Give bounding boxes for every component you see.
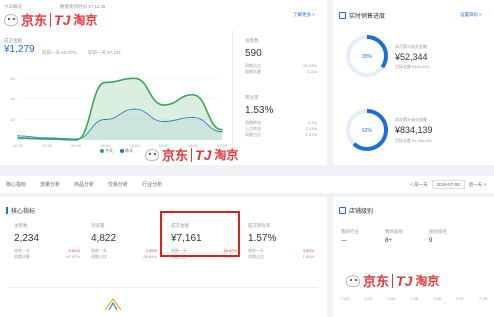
year-target: 目标金额 ¥1,340,000	[395, 138, 433, 143]
x-tick-label: 7-04	[386, 296, 395, 301]
x-tick-label: 7-05	[409, 296, 418, 301]
tab-industry[interactable]: 行业分析	[142, 181, 162, 188]
data-point[interactable]	[192, 94, 194, 96]
pay-amount-sub2: 较前一天 ¥7,181	[88, 50, 122, 55]
shop-level-panel: 店铺级别 我的行业 — 我的级别 8+ 级别排名 9 7-02 7-03 7-04 7-05…	[333, 197, 494, 317]
core-title: 核心指标	[6, 206, 35, 215]
data-point[interactable]	[46, 138, 48, 140]
sales-area-chart: 60402000:00 03:00 06:00 09:00 12:00 15:00 18:0…	[11, 76, 228, 148]
legend-yesterday[interactable]: 昨天	[120, 148, 133, 153]
jd-dog-icon	[4, 13, 18, 26]
title-accent-bar	[6, 207, 8, 214]
year-value: ¥834,139	[395, 125, 433, 135]
month-target: 目标金额 ¥150,000	[395, 64, 429, 69]
legend-today[interactable]: 今天	[100, 148, 113, 153]
jd-dog-icon	[346, 274, 360, 287]
conversion-kpi: 转化率 1.53% 同期转化 4.1% 上月转化 2.13% 同期占比 1.57%	[245, 95, 317, 137]
visitors-value: 590	[245, 48, 262, 59]
watermark-separator	[392, 273, 394, 288]
shop-icon	[339, 207, 346, 214]
prev-day-button[interactable]: < 前一天	[410, 182, 427, 188]
divider	[232, 30, 233, 158]
conversion-value: 1.53%	[245, 105, 274, 116]
watermark-logo-bottom: 京东 TJ 淘京	[346, 271, 439, 290]
shop-rank: 级别排名 9	[429, 229, 447, 244]
shop-level-cols: 我的行业 — 我的级别 8+ 级别排名 9	[341, 229, 447, 244]
year-percent: 62%	[362, 128, 373, 134]
core-card-conversion[interactable]: 成交转化率 1.57% 较前一天 3.50% 同期占比 1.63%	[242, 217, 320, 277]
y-tick-label: 20	[11, 117, 16, 122]
data-point[interactable]	[133, 77, 136, 79]
jd-dog-icon	[145, 148, 159, 161]
clock-icon	[339, 12, 346, 19]
date-picker[interactable]: 2018-07-08	[431, 180, 465, 189]
shop-industry: 我的行业 —	[341, 229, 359, 244]
realtime-sales-panel: 实时销售进度 设置目标 > 35% 本月累计成交金额 ¥52,344 目标金额 …	[333, 0, 494, 165]
x-tick-label: 06:00	[71, 143, 82, 148]
set-target-link[interactable]: 设置目标 >	[460, 12, 482, 18]
shop-title: 店铺级别	[339, 206, 373, 215]
data-point[interactable]	[17, 135, 19, 137]
core-card-pageviews[interactable]: 浏览量 4,822 较前一天 0.99% 同期占比 86.64%	[85, 217, 163, 277]
watermark-logo-middle: 京东 TJ 淘京	[145, 145, 238, 164]
y-tick-label: 40	[11, 96, 16, 101]
chart-peak-icon	[104, 297, 122, 311]
x-tick-label: 00:00	[13, 143, 24, 148]
x-tick-label: 7-06	[432, 296, 441, 301]
next-day-button[interactable]: 后一天 >	[469, 182, 486, 188]
x-tick-label: 7-03	[363, 296, 372, 301]
more-link[interactable]: 了解更多 >	[293, 12, 315, 18]
data-point[interactable]	[163, 104, 165, 106]
tab-traffic[interactable]: 流量分析	[40, 181, 60, 188]
legend-dot-today	[100, 148, 104, 153]
x-tick-label: 7-07	[455, 296, 464, 301]
shop-level: 我的级别 8+	[385, 229, 403, 244]
tab-core[interactable]: 核心指标	[6, 181, 26, 188]
visitors-label: 访客数	[245, 38, 259, 43]
data-point[interactable]	[17, 137, 19, 139]
pay-amount-sub1: 较前一天 65.07%	[42, 50, 77, 55]
legend-dot-yesterday	[120, 148, 125, 153]
x-tick-label: 03:00	[42, 143, 53, 148]
watermark-separator	[191, 147, 193, 162]
year-progress-ring: 62%	[346, 109, 388, 151]
data-point[interactable]	[104, 81, 107, 84]
core-card-visitors[interactable]: 访客数 2,234 较前一天 0.62% 同期访客 87.87%	[8, 217, 86, 277]
chart-legend: 今天 昨天	[100, 148, 133, 154]
data-point[interactable]	[75, 139, 77, 141]
pay-amount-value: ¥1,279	[4, 44, 35, 55]
x-tick-label: 7-08	[478, 296, 487, 301]
year-label: 本年累计成交金额	[395, 117, 427, 122]
highlight-box	[160, 211, 240, 257]
conversion-label: 转化率	[245, 95, 259, 100]
watermark-logo-top: 京东 TJ 淘京	[4, 10, 97, 29]
y-tick-label: 60	[11, 76, 16, 81]
visitors-kpi: 访客数 590 同期占比 92.03% 同期访客 2,234	[245, 38, 317, 74]
month-value: ¥52,344	[395, 52, 428, 62]
x-tick-label: 7-02	[341, 296, 350, 301]
tab-trade[interactable]: 交易分析	[108, 181, 128, 188]
series-area-today	[18, 78, 222, 140]
month-percent: 35%	[362, 54, 373, 60]
month-label: 本月累计成交金额	[395, 44, 427, 49]
month-progress-ring: 35%	[346, 35, 388, 77]
watermark-separator	[50, 12, 52, 27]
realtime-title: 实时销售进度	[339, 11, 385, 20]
tab-product[interactable]: 商品分析	[74, 181, 94, 188]
divider	[8, 287, 318, 288]
data-point[interactable]	[221, 129, 223, 131]
analysis-tabs-bar: 核心指标 流量分析 商品分析 交易分析 行业分析 < 前一天 2018-07-0…	[0, 176, 494, 193]
shop-x-axis: 7-02 7-03 7-04 7-05 7-06 7-07 7-08	[341, 296, 487, 301]
